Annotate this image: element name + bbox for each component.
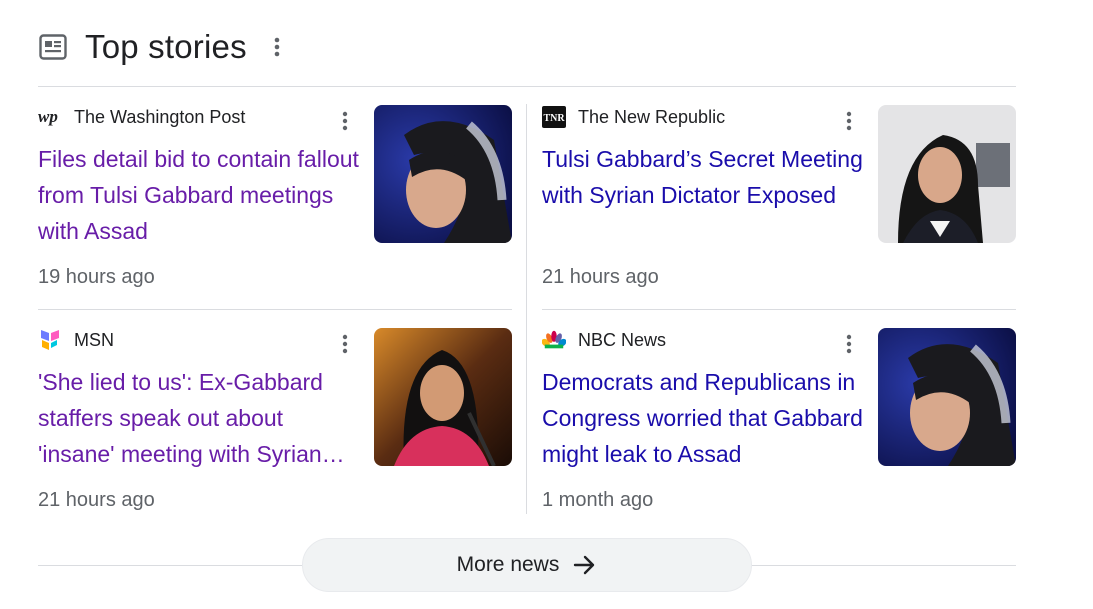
source-name: The New Republic [578,106,726,127]
more-vert-icon[interactable] [838,107,860,135]
story-thumbnail[interactable] [374,105,512,243]
source-name: The Washington Post [74,106,246,127]
source-name: MSN [74,329,114,350]
more-news-label: More news [456,553,560,576]
story-thumbnail[interactable] [878,105,1016,243]
more-vert-icon[interactable] [838,330,860,358]
nbc-peacock-logo [542,328,566,352]
source-name: NBC News [578,329,667,350]
story-card[interactable]: TNR The New Republic Tulsi Gabbard’s Sec… [542,105,1020,310]
new-republic-logo-text: TNR [543,113,565,124]
msn-logo [38,328,62,352]
more-vert-icon[interactable] [334,330,356,358]
story-headline[interactable]: Tulsi Gabbard’s Secret Meeting with Syri… [542,141,867,213]
newspaper-icon [38,32,68,62]
story-source: TNR The New Republic [542,105,725,129]
story-thumbnail[interactable] [878,328,1016,466]
story-card[interactable]: NBC News Democrats and Republicans in Co… [542,328,1020,533]
story-headline[interactable]: 'She lied to us': Ex-Gabbard staffers sp… [38,364,363,472]
arrow-right-icon [573,554,597,576]
story-headline[interactable]: Files detail bid to contain fallout from… [38,141,363,249]
washington-post-logo: wp [38,105,62,129]
more-news-button[interactable]: More news [302,538,752,592]
top-stories-header: Top stories [38,22,289,72]
story-thumbnail[interactable] [374,328,512,466]
header-divider [38,86,1016,87]
story-card[interactable]: MSN 'She lied to us': Ex-Gabbard staffer… [38,328,516,533]
story-headline[interactable]: Democrats and Republicans in Congress wo… [542,364,867,472]
svg-text:wp: wp [38,107,58,126]
story-timestamp: 21 hours ago [542,266,659,288]
story-source: wp The Washington Post [38,105,245,129]
story-source: NBC News [542,328,666,352]
more-vert-icon[interactable] [334,107,356,135]
new-republic-logo: TNR [542,105,566,129]
story-source: MSN [38,328,114,352]
story-card[interactable]: wp The Washington Post Files detail bid … [38,105,516,310]
story-timestamp: 21 hours ago [38,489,155,511]
column-divider [526,104,527,514]
more-vert-icon[interactable] [265,32,289,62]
story-timestamp: 1 month ago [542,489,654,511]
story-timestamp: 19 hours ago [38,266,155,288]
section-title: Top stories [85,28,247,65]
